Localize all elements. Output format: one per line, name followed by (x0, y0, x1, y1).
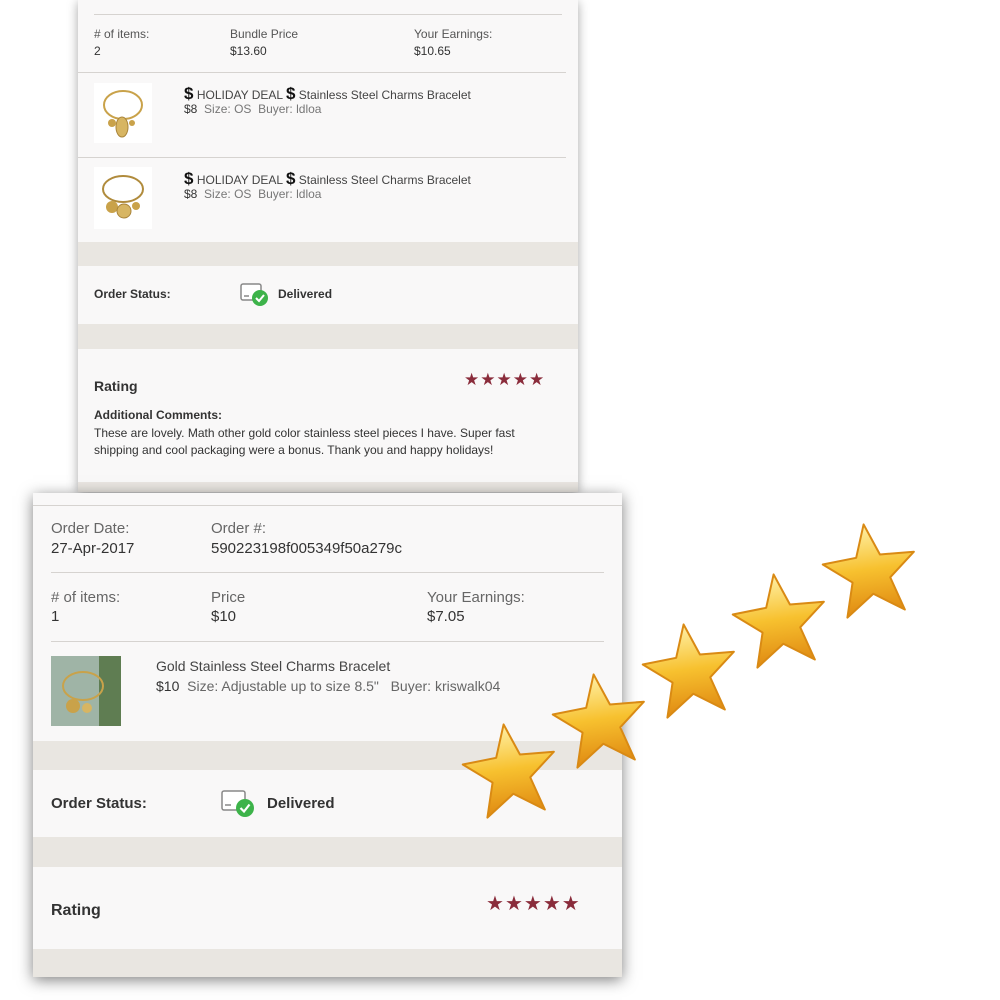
order-date-label: Order Date: (51, 520, 130, 537)
order-status-value: Delivered (267, 795, 335, 812)
bracelet-image (102, 175, 144, 219)
rating-stars: ★ ★ ★ ★ ★ (486, 891, 581, 916)
divider (78, 72, 566, 73)
section-separator (78, 482, 578, 492)
size-value: OS (234, 102, 252, 116)
listing-meta: $8 Size: OS Buyer: ldloa (184, 187, 321, 201)
divider (78, 157, 566, 158)
section-separator (33, 949, 622, 977)
bracelet-image (103, 90, 143, 138)
buyer-value[interactable]: kriswalk04 (435, 678, 500, 694)
items-label: # of items: (94, 27, 150, 41)
buyer-value[interactable]: ldloa (296, 187, 321, 201)
star-icon: ★ (529, 370, 545, 389)
order-card-top: # of items: 2 Bundle Price $13.60 Your E… (78, 0, 578, 492)
bundle-price-label: Bundle Price (230, 27, 299, 41)
star-icon: ★ (504, 893, 523, 915)
star-icon: ★ (496, 370, 512, 389)
listing-meta: $10 Size: Adjustable up to size 8.5" Buy… (156, 678, 500, 694)
holiday-deal-tag: HOLIDAY DEAL (196, 88, 283, 102)
comments-text: These are lovely. Math other gold color … (94, 426, 515, 440)
buyer-label: Buyer: (258, 187, 293, 201)
listing-price: $8 (184, 187, 198, 201)
earnings-label: Your Earnings: (414, 27, 493, 41)
rating-label: Rating (51, 902, 101, 919)
divider (33, 505, 622, 506)
package-delivered-icon (221, 790, 254, 817)
listing-title: Stainless Steel Charms Bracelet (298, 173, 471, 187)
bracelet-thumbnail[interactable] (94, 167, 152, 229)
earnings-value: $7.05 (427, 608, 465, 625)
price-label: Price (211, 589, 246, 606)
bundle-price-value: $13.60 (230, 44, 267, 58)
order-number-label: Order #: (211, 520, 267, 537)
gold-star-icon (821, 523, 915, 619)
items-label: # of items: (51, 589, 121, 606)
star-icon: ★ (486, 893, 504, 915)
buyer-value[interactable]: ldloa (296, 102, 321, 116)
bracelet-thumbnail[interactable] (51, 656, 121, 726)
dollar-icon: $ (184, 84, 194, 103)
holiday-deal-tag: HOLIDAY DEAL (196, 173, 283, 187)
star-icon: ★ (464, 370, 480, 389)
buyer-label: Buyer: (390, 678, 432, 694)
gold-star-icon (731, 573, 825, 669)
listing-price: $8 (184, 102, 198, 116)
listing-price: $10 (156, 678, 180, 694)
size-label: Size: (204, 187, 231, 201)
rating-label: Rating (94, 378, 138, 394)
order-number-value[interactable]: 590223198f005349f50a279c (211, 540, 402, 557)
package-delivered-icon (240, 283, 268, 306)
gold-star-icon (641, 623, 735, 719)
divider (94, 14, 562, 15)
gold-star-icon (461, 723, 555, 819)
listing-title-row[interactable]: $ HOLIDAY DEAL $ Stainless Steel Charms … (184, 84, 471, 104)
size-value: Adjustable up to size 8.5" (221, 678, 379, 694)
earnings-label: Your Earnings: (427, 589, 525, 606)
order-status-label: Order Status: (94, 287, 171, 301)
earnings-value: $10.65 (414, 44, 451, 58)
price-value: $10 (211, 608, 237, 625)
size-label: Size: (187, 678, 219, 694)
listing-title: Stainless Steel Charms Bracelet (298, 88, 471, 102)
divider (51, 572, 604, 573)
comments-label: Additional Comments: (94, 408, 222, 422)
comments-text: shipping and cool packaging were a bonus… (94, 443, 494, 457)
gold-star-icon (551, 673, 645, 769)
star-icon: ★ (542, 893, 561, 915)
divider (51, 641, 604, 642)
items-value: 1 (51, 608, 60, 625)
buyer-label: Buyer: (258, 102, 293, 116)
order-date-value: 27-Apr-2017 (51, 540, 135, 557)
bracelet-thumbnail[interactable] (94, 83, 152, 143)
star-icon: ★ (561, 893, 580, 915)
items-value: 2 (94, 44, 101, 58)
size-label: Size: (204, 102, 231, 116)
dollar-icon: $ (184, 169, 194, 188)
listing-title[interactable]: Gold Stainless Steel Charms Bracelet (156, 658, 390, 674)
star-icon: ★ (523, 893, 542, 915)
section-separator (78, 324, 578, 349)
listing-meta: $8 Size: OS Buyer: ldloa (184, 102, 321, 116)
star-icon: ★ (480, 370, 496, 389)
dollar-icon: $ (285, 84, 296, 103)
order-status-value: Delivered (278, 287, 333, 301)
dollar-icon: $ (285, 169, 296, 188)
bracelet-image (51, 656, 121, 726)
rating-stars: ★ ★ ★ ★ ★ (464, 370, 545, 390)
section-separator (78, 242, 578, 266)
section-separator (33, 837, 622, 867)
star-icon: ★ (512, 370, 528, 389)
order-status-label: Order Status: (51, 795, 147, 812)
listing-title-row[interactable]: $ HOLIDAY DEAL $ Stainless Steel Charms … (184, 169, 471, 189)
size-value: OS (234, 187, 252, 201)
